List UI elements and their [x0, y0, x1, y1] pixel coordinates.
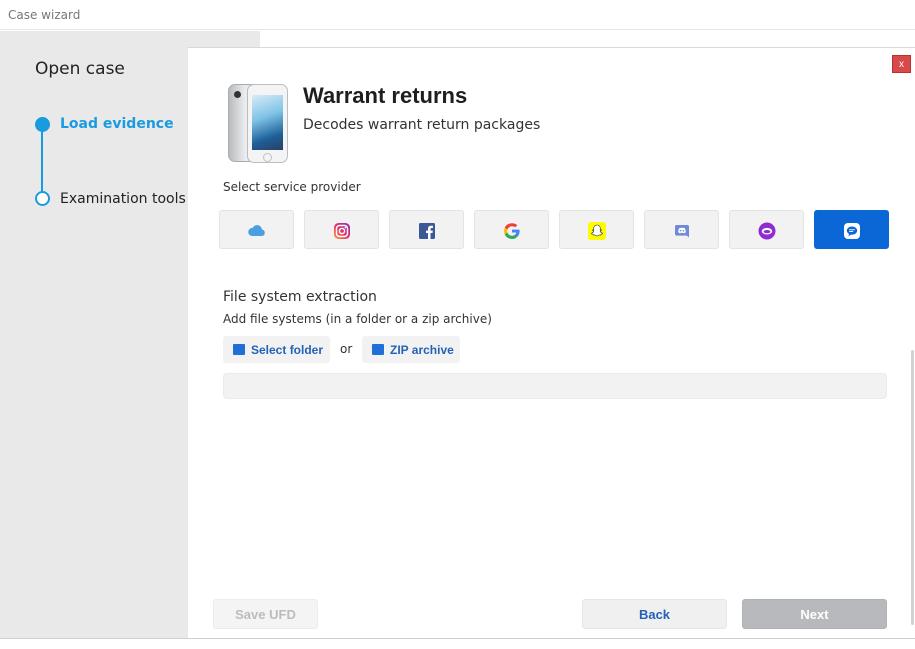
provider-discord[interactable] — [644, 210, 719, 249]
iphone-image — [228, 84, 288, 163]
provider-google[interactable] — [474, 210, 549, 249]
sidebar-heading: Open case — [35, 59, 125, 79]
close-button[interactable]: x — [892, 55, 911, 73]
icloud-icon — [248, 225, 265, 236]
instagram-icon — [334, 223, 350, 239]
select-folder-button[interactable]: Select folder — [223, 336, 330, 363]
window-title: Case wizard — [8, 8, 81, 22]
provider-snapchat[interactable] — [559, 210, 634, 249]
provider-chat-selected[interactable] — [814, 210, 889, 249]
facebook-icon — [419, 223, 435, 239]
select-folder-label: Select folder — [251, 343, 324, 357]
title-bar: Case wizard — [0, 0, 915, 30]
chat-bubble-icon — [844, 223, 860, 239]
back-button[interactable]: Back — [582, 599, 727, 629]
step-pending-dot — [35, 191, 50, 206]
zip-archive-button[interactable]: ZIP archive — [362, 336, 460, 363]
provider-kik[interactable] — [729, 210, 804, 249]
file-system-title: File system extraction — [223, 289, 377, 305]
provider-icloud[interactable] — [219, 210, 294, 249]
wizard-sidebar: Open case Load evidence Examination tool… — [0, 31, 188, 638]
sidebar-tab-strip — [188, 31, 260, 47]
snapchat-icon — [588, 222, 606, 240]
page-title: Warrant returns — [303, 83, 468, 108]
next-button[interactable]: Next — [742, 599, 887, 629]
or-separator: or — [340, 342, 353, 356]
kik-icon — [758, 222, 776, 240]
step-examination-tools[interactable]: Examination tools — [60, 191, 186, 207]
page-subtitle: Decodes warrant return packages — [303, 117, 541, 133]
provider-facebook[interactable] — [389, 210, 464, 249]
zip-archive-label: ZIP archive — [390, 343, 454, 357]
step-connector — [41, 130, 43, 198]
file-list-area[interactable] — [223, 373, 887, 399]
provider-instagram[interactable] — [304, 210, 379, 249]
bottom-divider — [0, 638, 915, 639]
discord-icon — [675, 225, 689, 238]
save-ufd-button[interactable]: Save UFD — [213, 599, 318, 629]
step-load-evidence[interactable]: Load evidence — [60, 116, 174, 132]
google-icon — [504, 223, 520, 239]
case-wizard-window: Case wizard Open case Load evidence Exam… — [0, 0, 915, 649]
provider-section-label: Select service provider — [223, 180, 361, 194]
file-system-subtitle: Add file systems (in a folder or a zip a… — [223, 312, 492, 326]
step-active-dot — [35, 117, 50, 132]
folder-icon — [233, 344, 245, 355]
zip-archive-icon — [372, 344, 384, 355]
scrollbar[interactable] — [911, 350, 914, 625]
